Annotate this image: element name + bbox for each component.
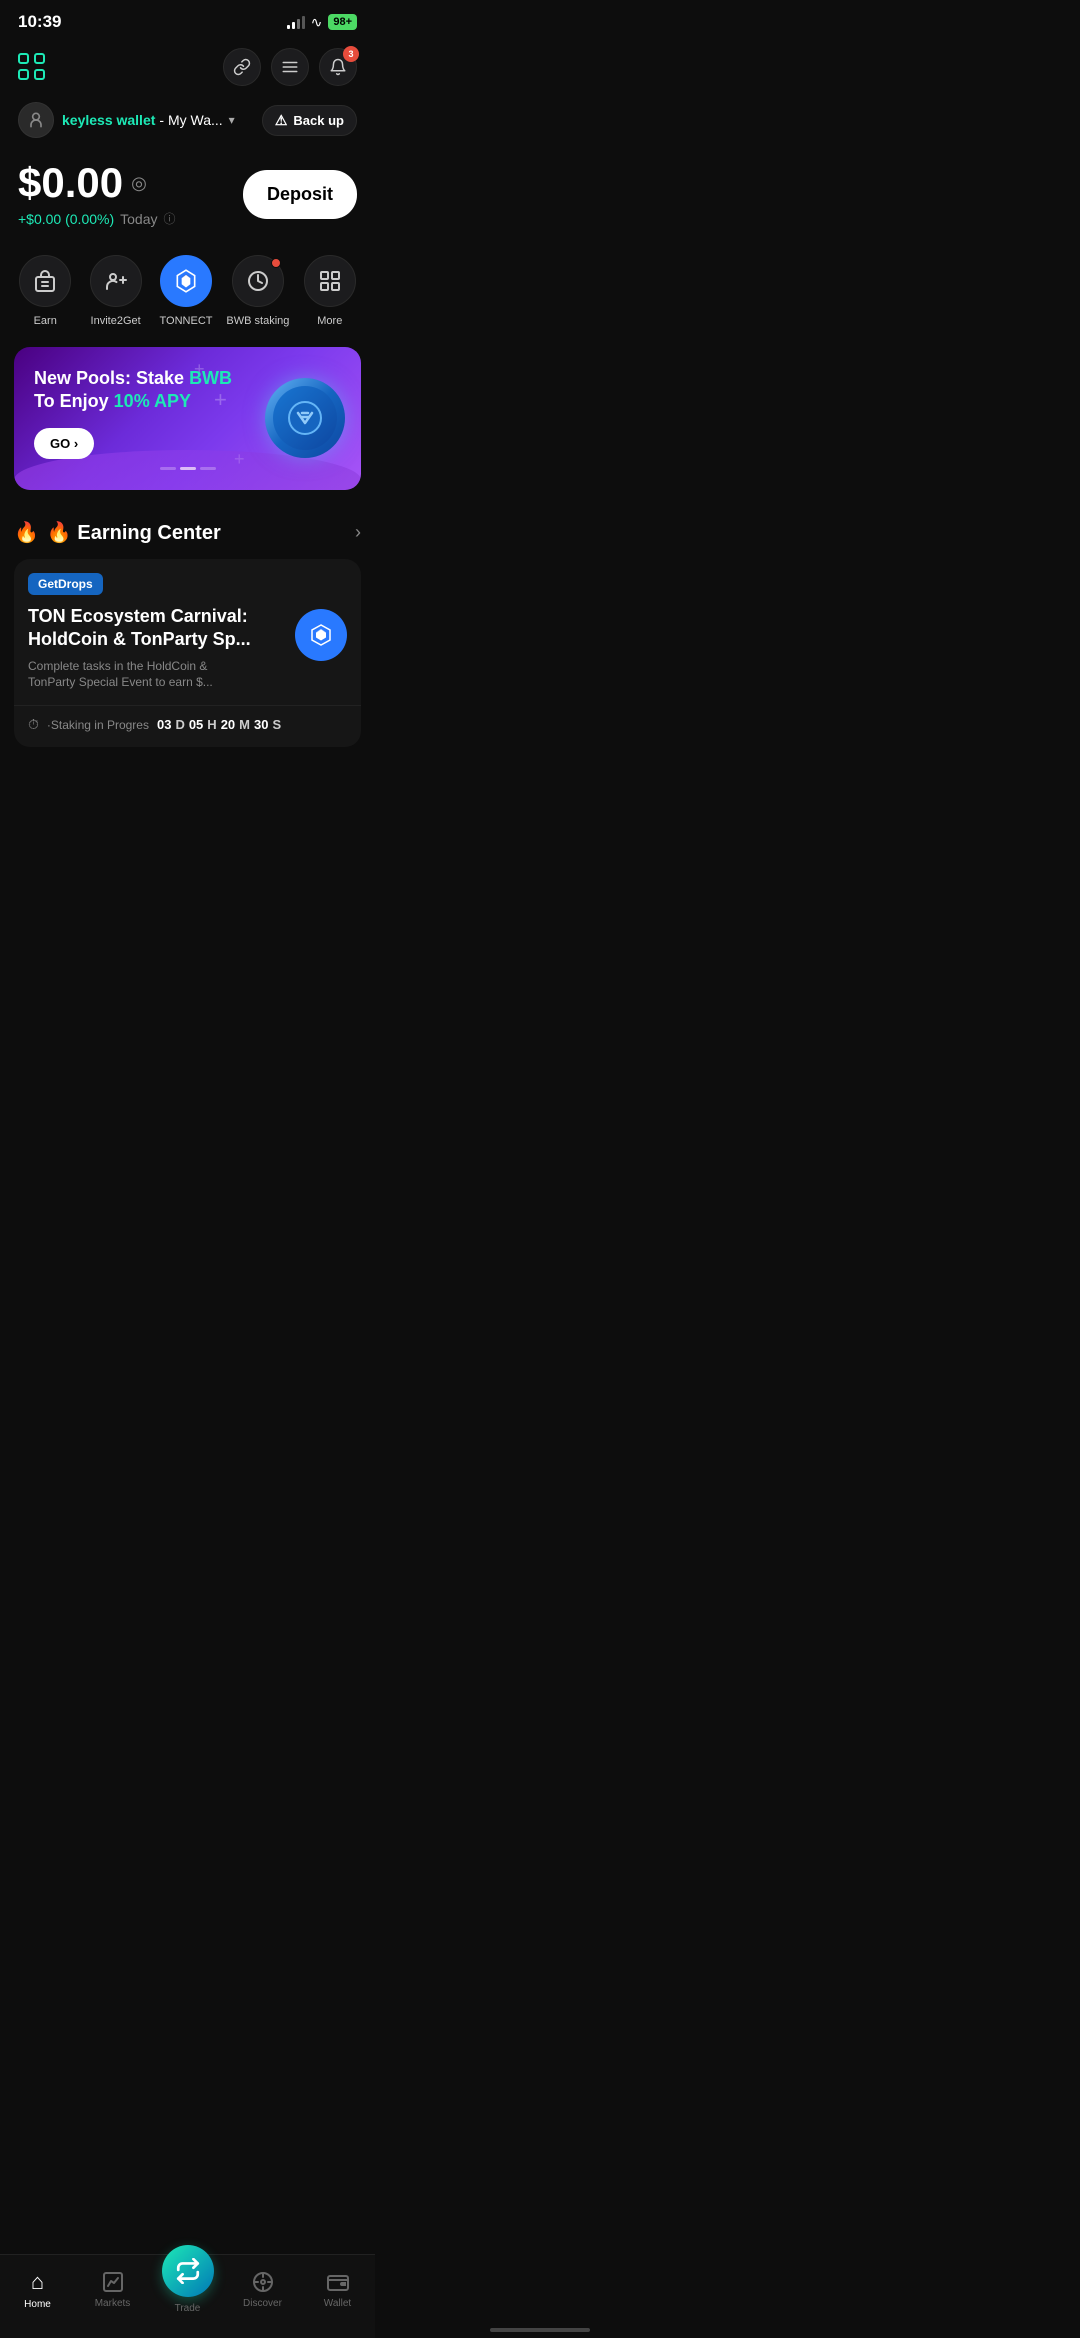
nav-trade[interactable]: Trade (158, 2265, 218, 2314)
nav-wallet[interactable]: Wallet (308, 2270, 368, 2309)
more-action[interactable]: More (300, 255, 360, 327)
getdrops-badge: GetDrops (28, 573, 103, 595)
nav-discover[interactable]: Discover (233, 2270, 293, 2309)
notifications-button[interactable]: 3 (319, 48, 357, 86)
menu-button[interactable] (271, 48, 309, 86)
invite-action[interactable]: Invite2Get (86, 255, 146, 327)
battery-indicator: 98+ (328, 14, 357, 30)
nav-home[interactable]: ⌂ Home (8, 2269, 68, 2310)
app-logo (18, 53, 46, 81)
bwb-staking-label: BWB staking (226, 315, 289, 327)
earn-icon-circle (19, 255, 71, 307)
bell-icon (329, 58, 347, 76)
bwb-icon-circle (232, 255, 284, 307)
ton-logo-icon (295, 609, 347, 661)
earning-center-header: 🔥 🔥 Earning Center › (14, 520, 361, 545)
bwb-banner[interactable]: + + + New Pools: Stake BWB To Enjoy 10% … (14, 347, 361, 490)
markets-label: Markets (95, 2298, 131, 2309)
more-icon-circle (304, 255, 356, 307)
banner-coin-visual (265, 378, 345, 458)
warning-icon: ⚠ (275, 112, 288, 129)
staking-status-label: ·Staking in Progres (47, 718, 149, 732)
banner-go-button[interactable]: GO › (34, 428, 94, 459)
tonnect-label: TONNECT (160, 315, 213, 327)
earning-center-section: 🔥 🔥 Earning Center › GetDrops TON Ecosys… (0, 510, 375, 763)
more-label: More (317, 315, 342, 327)
bottom-navigation: ⌂ Home Markets Trade Discover (0, 2254, 375, 2338)
tonnect-icon-circle (160, 255, 212, 307)
hamburger-icon (281, 58, 299, 76)
balance-section: $0.00 ◎ +$0.00 (0.00%) Today ⓘ Deposit (0, 154, 375, 247)
fire-icon: 🔥 (14, 520, 39, 545)
balance-change: +$0.00 (0.00%) Today ⓘ (18, 210, 176, 227)
status-time: 10:39 (18, 12, 61, 32)
backup-button[interactable]: ⚠ Back up (262, 105, 357, 136)
discover-icon (251, 2270, 275, 2294)
status-icons: ∿ 98+ (287, 14, 357, 31)
invite-label: Invite2Get (91, 315, 141, 327)
wallet-name: keyless wallet - My Wa... ▾ (62, 112, 235, 128)
wallet-chevron-icon: ▾ (229, 113, 235, 127)
banner-section: + + + New Pools: Stake BWB To Enjoy 10% … (0, 347, 375, 510)
red-dot-indicator (271, 258, 281, 268)
earning-card-desc: Complete tasks in the HoldCoin & TonPart… (28, 658, 285, 692)
status-bar: 10:39 ∿ 98+ (0, 0, 375, 40)
banner-pagination (34, 467, 341, 470)
notification-count: 3 (343, 46, 359, 62)
nav-markets[interactable]: Markets (83, 2270, 143, 2309)
info-icon: ⓘ (163, 210, 175, 227)
deposit-button[interactable]: Deposit (243, 170, 357, 219)
link-button[interactable] (223, 48, 261, 86)
app-header: 3 (0, 40, 375, 98)
earning-card[interactable]: GetDrops TON Ecosystem Carnival:HoldCoin… (14, 559, 361, 747)
trade-label: Trade (175, 2303, 201, 2314)
wallet-icon (326, 2270, 350, 2294)
earning-card-title: TON Ecosystem Carnival:HoldCoin & TonPar… (28, 605, 285, 652)
earn-action[interactable]: Earn (15, 255, 75, 327)
signal-icon (287, 15, 305, 29)
markets-icon (101, 2270, 125, 2294)
home-indicator (490, 2328, 590, 2332)
balance-value: $0.00 (18, 162, 123, 204)
wallet-label: Wallet (324, 2298, 351, 2309)
earning-center-arrow-icon[interactable]: › (355, 522, 361, 543)
invite-icon-circle (90, 255, 142, 307)
link-icon (233, 58, 251, 76)
bwb-staking-action[interactable]: BWB staking (226, 255, 289, 327)
wifi-icon: ∿ (311, 14, 323, 31)
countdown-timer: 03 D 05 H 20 M 30 S (157, 717, 281, 732)
earn-label: Earn (34, 315, 57, 327)
home-label: Home (24, 2299, 51, 2310)
wallet-selector[interactable]: keyless wallet - My Wa... ▾ (18, 102, 235, 138)
wallet-avatar (18, 102, 54, 138)
wallet-row: keyless wallet - My Wa... ▾ ⚠ Back up (0, 98, 375, 154)
tonnect-action[interactable]: TONNECT (156, 255, 216, 327)
header-actions: 3 (223, 48, 357, 86)
earning-card-footer: ⏱ ·Staking in Progres 03 D 05 H 20 M 30 … (14, 705, 361, 747)
discover-label: Discover (243, 2298, 282, 2309)
earning-center-title: 🔥 🔥 Earning Center (14, 520, 221, 545)
hide-balance-icon[interactable]: ◎ (131, 173, 147, 194)
trade-center-button[interactable] (162, 2245, 214, 2297)
home-icon: ⌂ (31, 2269, 44, 2295)
quick-actions: Earn Invite2Get TONNECT (0, 247, 375, 347)
clock-icon: ⏱ (28, 716, 39, 733)
